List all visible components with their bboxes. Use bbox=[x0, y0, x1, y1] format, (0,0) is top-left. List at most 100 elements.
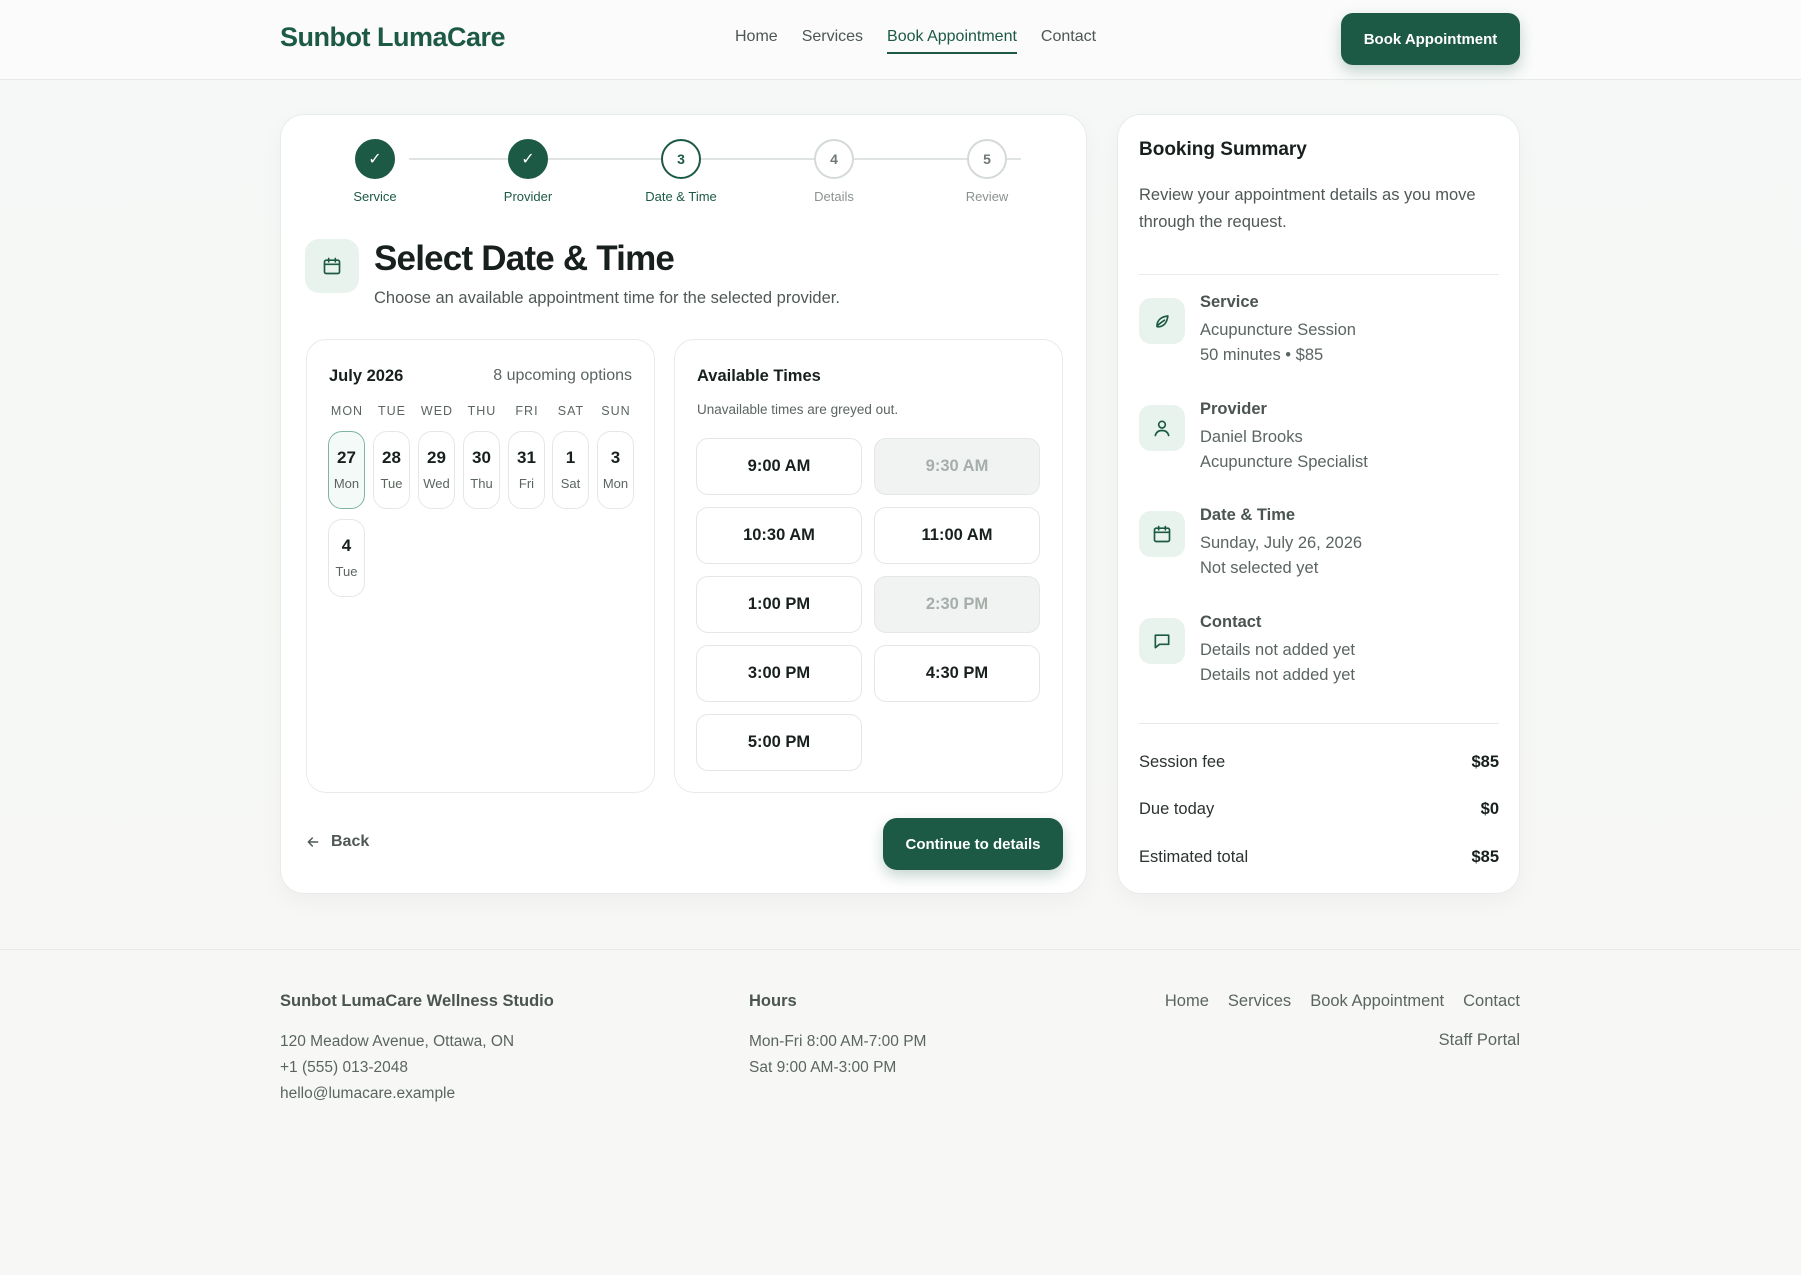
step-service[interactable]: ✓ Service bbox=[320, 139, 430, 204]
time-slot[interactable]: 10:30 AM bbox=[696, 507, 862, 564]
date-weekday: Wed bbox=[423, 476, 450, 491]
footer-link-book-appointment[interactable]: Book Appointment bbox=[1310, 992, 1444, 1011]
footer-hours: Hours Mon-Fri 8:00 AM-7:00 PM Sat 9:00 A… bbox=[749, 992, 926, 1081]
calendar-icon bbox=[305, 239, 359, 293]
page-subtitle: Choose an available appointment time for… bbox=[374, 289, 840, 307]
summary-value: Acupuncture Specialist bbox=[1200, 453, 1368, 471]
date-option[interactable]: 31 Fri bbox=[508, 431, 545, 509]
nav-services[interactable]: Services bbox=[802, 28, 863, 54]
chat-icon bbox=[1139, 618, 1185, 664]
footer-studio-name: Sunbot LumaCare Wellness Studio bbox=[280, 992, 554, 1010]
date-number: 1 bbox=[565, 448, 576, 467]
footer-phone[interactable]: +1 (555) 013-2048 bbox=[280, 1055, 554, 1081]
weekday-header: FRI bbox=[515, 404, 539, 418]
header-book-appointment-button[interactable]: Book Appointment bbox=[1341, 13, 1520, 65]
date-weekday: Tue bbox=[335, 564, 358, 579]
time-slot-panel: Available Times Unavailable times are gr… bbox=[674, 339, 1063, 793]
date-option[interactable]: 3 Mon bbox=[597, 431, 634, 509]
footer-studio-info: Sunbot LumaCare Wellness Studio 120 Mead… bbox=[280, 992, 554, 1107]
summary-divider bbox=[1139, 274, 1499, 275]
footer-hours-line: Sat 9:00 AM-3:00 PM bbox=[749, 1059, 897, 1076]
footer-email[interactable]: hello@lumacare.example bbox=[280, 1081, 554, 1107]
date-number: 4 bbox=[341, 536, 352, 555]
nav-book-appointment[interactable]: Book Appointment bbox=[887, 28, 1017, 54]
footer-link-services[interactable]: Services bbox=[1228, 992, 1291, 1011]
calendar-month: July 2026 bbox=[329, 367, 404, 385]
summary-value: Details not added yet bbox=[1200, 641, 1356, 659]
date-weekday: Tue bbox=[380, 476, 403, 491]
fee-label: Session fee bbox=[1139, 753, 1226, 771]
summary-label: Date & Time bbox=[1200, 506, 1296, 524]
nav-home[interactable]: Home bbox=[735, 28, 778, 54]
booking-step-card: ✓ Service ✓ Provider 3 Date & Time 4 Det… bbox=[280, 114, 1087, 894]
step-number: 4 bbox=[814, 139, 854, 179]
date-number: 31 bbox=[517, 448, 536, 467]
footer-hours-line: Mon-Fri 8:00 AM-7:00 PM bbox=[749, 1033, 927, 1050]
footer-link-contact[interactable]: Contact bbox=[1463, 992, 1520, 1011]
site-footer: Sunbot LumaCare Wellness Studio 120 Mead… bbox=[0, 949, 1801, 1275]
times-note: Unavailable times are greyed out. bbox=[697, 402, 899, 417]
fee-row-due-today: Due today $0 bbox=[1139, 800, 1499, 819]
time-slot[interactable]: 11:00 AM bbox=[874, 507, 1040, 564]
footer-nav: Home Services Book Appointment Contact bbox=[1165, 992, 1520, 1011]
date-number: 29 bbox=[427, 448, 446, 467]
date-weekday: Sat bbox=[560, 476, 581, 491]
summary-value: Not selected yet bbox=[1200, 559, 1319, 577]
fee-value: $0 bbox=[1480, 800, 1499, 818]
weekday-header: THU bbox=[467, 404, 497, 418]
summary-value: Sunday, July 26, 2026 bbox=[1200, 534, 1363, 552]
date-number: 28 bbox=[382, 448, 401, 467]
step-date-time[interactable]: 3 Date & Time bbox=[626, 139, 736, 204]
footer-staff-portal-link[interactable]: Staff Portal bbox=[1439, 1031, 1520, 1050]
step-provider[interactable]: ✓ Provider bbox=[473, 139, 583, 204]
date-picker-panel: July 2026 8 upcoming options MON TUE WED… bbox=[306, 339, 655, 793]
site-header: Sunbot LumaCare Home Services Book Appoi… bbox=[0, 0, 1801, 80]
continue-to-details-button[interactable]: Continue to details bbox=[883, 818, 1063, 870]
weekday-header: MON bbox=[330, 404, 364, 418]
footer-hours-title: Hours bbox=[749, 992, 797, 1010]
date-option[interactable]: 30 Thu bbox=[463, 431, 500, 509]
main-nav: Home Services Book Appointment Contact bbox=[735, 28, 1096, 54]
weekday-header: SAT bbox=[557, 404, 585, 418]
summary-value: Acupuncture Session bbox=[1200, 321, 1356, 339]
date-option-selected[interactable]: 27 Mon bbox=[328, 431, 365, 509]
leaf-icon bbox=[1139, 298, 1185, 344]
summary-divider bbox=[1139, 723, 1499, 724]
fee-row-session: Session fee $85 bbox=[1139, 753, 1499, 772]
page-title: Select Date & Time bbox=[374, 239, 675, 278]
date-option[interactable]: 29 Wed bbox=[418, 431, 455, 509]
step-label: Date & Time bbox=[645, 189, 717, 204]
time-slot[interactable]: 3:00 PM bbox=[696, 645, 862, 702]
step-details: 4 Details bbox=[779, 139, 889, 204]
date-option[interactable]: 1 Sat bbox=[552, 431, 589, 509]
arrow-left-icon bbox=[305, 834, 321, 850]
summary-description: Review your appointment details as you m… bbox=[1139, 186, 1476, 231]
step-number: 5 bbox=[967, 139, 1007, 179]
date-weekday: Mon bbox=[602, 476, 629, 491]
fee-value: $85 bbox=[1471, 848, 1499, 866]
time-slot[interactable]: 1:00 PM bbox=[696, 576, 862, 633]
weekday-header: TUE bbox=[378, 404, 406, 418]
summary-value: Details not added yet bbox=[1200, 666, 1356, 684]
fee-label: Estimated total bbox=[1139, 848, 1249, 866]
checkmark-icon: ✓ bbox=[508, 139, 548, 179]
step-number: 3 bbox=[661, 139, 701, 179]
site-logo[interactable]: Sunbot LumaCare bbox=[280, 22, 506, 53]
nav-contact[interactable]: Contact bbox=[1041, 28, 1096, 54]
time-slot[interactable]: 4:30 PM bbox=[874, 645, 1040, 702]
calendar-option-count: 8 upcoming options bbox=[493, 367, 632, 384]
weekday-header: SUN bbox=[601, 404, 631, 418]
date-weekday: Fri bbox=[518, 476, 535, 491]
date-option[interactable]: 4 Tue bbox=[328, 519, 365, 597]
time-slot[interactable]: 5:00 PM bbox=[696, 714, 862, 771]
fee-row-estimated-total: Estimated total $85 bbox=[1139, 848, 1499, 867]
summary-value: 50 minutes • $85 bbox=[1200, 346, 1324, 364]
date-option[interactable]: 28 Tue bbox=[373, 431, 410, 509]
date-number: 27 bbox=[337, 448, 356, 467]
summary-label: Provider bbox=[1200, 400, 1267, 418]
step-label: Service bbox=[353, 189, 397, 204]
footer-link-home[interactable]: Home bbox=[1165, 992, 1209, 1011]
back-button[interactable]: Back bbox=[305, 833, 369, 851]
time-slot[interactable]: 9:00 AM bbox=[696, 438, 862, 495]
calendar-icon bbox=[1139, 511, 1185, 557]
